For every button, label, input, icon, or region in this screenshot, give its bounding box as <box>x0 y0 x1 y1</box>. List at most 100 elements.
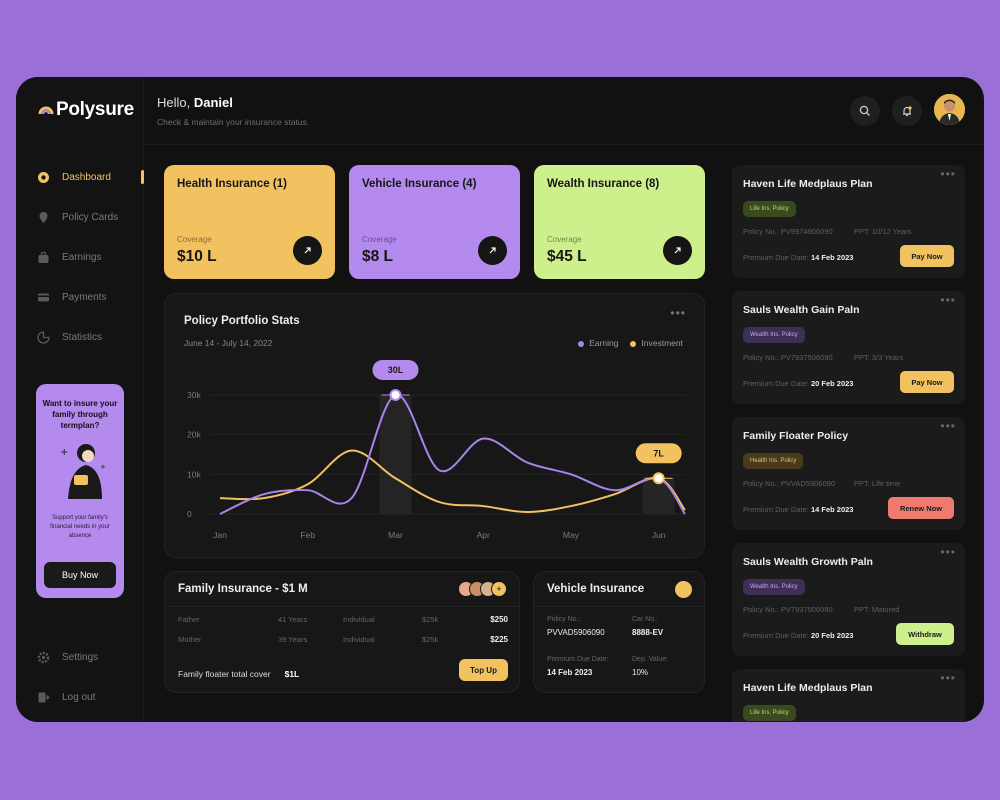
family-cover: Family floater total cover $1L <box>178 669 299 679</box>
policy-title: Sauls Wealth Gain Paln <box>743 304 860 316</box>
app-name: Polysure <box>56 99 134 120</box>
row-cover: $25k <box>422 615 439 624</box>
logout-icon <box>38 692 50 702</box>
card-value: $8 L <box>362 248 394 265</box>
sidebar-item-label: Statistics <box>62 331 103 343</box>
card-open-button[interactable] <box>663 236 692 265</box>
card-title: Wealth Insurance (8) <box>547 178 660 190</box>
add-member-icon[interactable]: + <box>491 581 507 597</box>
policy-number: Policy No.: PV9974906090 <box>743 227 833 236</box>
x-tick-label: Feb <box>300 530 315 540</box>
policy-badge: Wealth Ins. Policy <box>743 579 805 595</box>
due-value: 14 Feb 2023 <box>547 668 593 677</box>
family-title: Family Insurance - $1 M <box>178 583 308 595</box>
y-tick-label: 0 <box>187 509 192 519</box>
due-date: 20 Feb 2023 <box>810 379 854 388</box>
policy-due: Premium Due Date: 20 Feb 2023 <box>743 379 853 388</box>
policy-number: Policy No.: PV7937506090 <box>743 353 833 362</box>
row-premium: $225 <box>490 635 508 644</box>
card-value: $45 L <box>547 248 587 265</box>
policy-title: Haven Life Medplaus Plan <box>743 178 873 190</box>
row-premium: $250 <box>490 615 508 624</box>
vehicle-title: Vehicle Insurance <box>547 583 645 595</box>
sidebar-item-logout[interactable]: Log out <box>16 677 144 717</box>
withdraw-button[interactable]: Withdraw <box>896 623 954 645</box>
series-line-investment <box>219 449 686 514</box>
family-illustration-icon: + + <box>60 444 106 499</box>
termplan-promo: Want to insure your family through termp… <box>36 384 124 598</box>
card-title: Health Insurance (1) <box>177 178 287 190</box>
buy-now-button[interactable]: Buy Now <box>44 562 116 588</box>
policy-card[interactable]: Haven Life Medplaus Plan ••• Life Ins. P… <box>732 669 965 722</box>
svg-text:+: + <box>100 463 106 471</box>
policy-badge: Life Ins. Policy <box>743 201 796 217</box>
policy-card[interactable]: Haven Life Medplaus Plan ••• Life Ins. P… <box>732 165 965 278</box>
due-date: 14 Feb 2023 <box>810 505 854 514</box>
top-up-button[interactable]: Top Up <box>459 659 508 681</box>
sidebar-item-policy-cards[interactable]: Policy Cards <box>16 197 144 237</box>
search-button[interactable] <box>850 96 880 126</box>
notifications-button[interactable] <box>892 96 922 126</box>
header-subtitle: Check & maintain your insurance status. <box>157 117 310 127</box>
policy-card[interactable]: Family Floater Policy ••• Health Ins. Po… <box>732 417 965 530</box>
sidebar-item-statistics[interactable]: Statistics <box>16 317 144 357</box>
x-tick-label: Apr <box>477 530 490 540</box>
user-name: Daniel <box>193 95 233 110</box>
more-options-icon[interactable]: ••• <box>940 545 956 559</box>
greeting: Hello, Daniel <box>157 95 233 110</box>
more-options-icon[interactable]: ••• <box>940 293 956 307</box>
vehicle-icon[interactable] <box>675 581 692 598</box>
gear-icon <box>37 651 50 663</box>
sidebar-item-label: Earnings <box>62 251 102 263</box>
annotation-point <box>389 388 402 401</box>
card-label: Coverage <box>362 235 397 244</box>
policy-due: Premium Due Date: 14 Feb 2023 <box>743 253 853 262</box>
policy-badge: Life Ins. Policy <box>743 705 796 721</box>
vehicle-insurance-card[interactable]: Vehicle Insurance (4) Coverage $8 L <box>349 165 520 279</box>
location-pin-icon <box>39 211 48 223</box>
cover-label: Family floater total cover <box>178 669 271 679</box>
card-value: $10 L <box>177 248 217 265</box>
card-label: Coverage <box>547 235 582 244</box>
dep-value: 10% <box>632 668 649 677</box>
arrow-up-right-icon <box>674 247 681 254</box>
renew-now-button[interactable]: Renew Now <box>888 497 954 519</box>
card-open-button[interactable] <box>478 236 507 265</box>
pay-now-button[interactable]: Pay Now <box>900 245 954 267</box>
chart-icon <box>37 330 50 344</box>
due-date: 14 Feb 2023 <box>810 253 854 262</box>
policy-card[interactable]: Sauls Wealth Gain Paln ••• Wealth Ins. P… <box>732 291 965 404</box>
portfolio-stats-panel: Policy Portfolio Stats June 14 - July 14… <box>164 293 705 558</box>
due-label: Premium Due Date: <box>743 253 809 262</box>
more-options-icon[interactable]: ••• <box>940 419 956 433</box>
due-label: Premium Due Date: <box>547 656 609 663</box>
sidebar-item-dashboard[interactable]: Dashboard <box>16 157 144 197</box>
y-tick-label: 30k <box>187 390 201 400</box>
sidebar-item-label: Log out <box>62 691 96 703</box>
promo-text: Support your family's financial needs in… <box>50 515 110 539</box>
card-icon <box>38 293 49 301</box>
bag-icon <box>38 251 49 263</box>
card-label: Coverage <box>177 235 212 244</box>
sidebar-item-settings[interactable]: Settings <box>16 637 144 677</box>
wealth-insurance-card[interactable]: Wealth Insurance (8) Coverage $45 L <box>534 165 705 279</box>
card-open-button[interactable] <box>293 236 322 265</box>
logo: Polysure <box>38 99 134 121</box>
row-type: Individual <box>343 615 375 624</box>
portfolio-line-chart: 30k 20k 10k 0 Jan Feb Mar Apr May Jun 30L 7L <box>187 359 686 540</box>
app-window: Polysure Dashboard Policy Cards Earnings… <box>16 77 984 722</box>
sidebar-bottom-nav: Settings Log out <box>16 637 144 717</box>
sidebar-item-earnings[interactable]: Earnings <box>16 237 144 277</box>
card-title: Vehicle Insurance (4) <box>362 178 477 190</box>
x-tick-label: May <box>563 530 580 540</box>
row-type: Individual <box>343 635 375 644</box>
avatar[interactable] <box>934 94 965 125</box>
annotation-label: 30L <box>388 365 404 375</box>
more-options-icon[interactable]: ••• <box>940 671 956 685</box>
more-options-icon[interactable]: ••• <box>940 167 956 181</box>
policy-card[interactable]: Sauls Wealth Growth Paln ••• Wealth Ins.… <box>732 543 965 656</box>
health-insurance-card[interactable]: Health Insurance (1) Coverage $10 L <box>164 165 335 279</box>
pay-now-button[interactable]: Pay Now <box>900 371 954 393</box>
policy-badge: Health Ins. Policy <box>743 453 804 469</box>
sidebar-item-payments[interactable]: Payments <box>16 277 144 317</box>
